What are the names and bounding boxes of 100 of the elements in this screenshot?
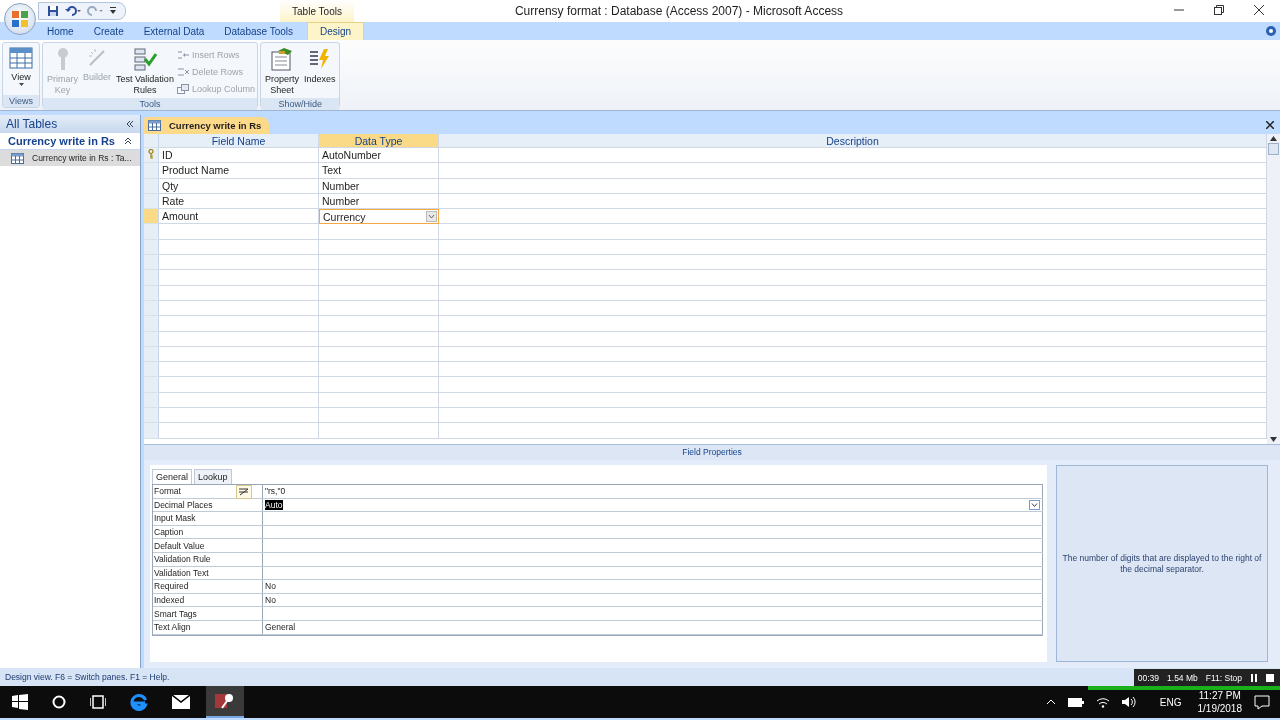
- table-cell[interactable]: Number: [319, 178, 439, 194]
- office-button[interactable]: [4, 3, 36, 35]
- clock[interactable]: 11:27 PM 1/19/2018: [1197, 689, 1242, 715]
- table-cell[interactable]: [439, 316, 1267, 332]
- builder-icon[interactable]: [236, 485, 252, 499]
- table-cell[interactable]: [159, 270, 319, 286]
- chevron-icon[interactable]: [1045, 699, 1056, 705]
- table-cell[interactable]: [319, 224, 439, 240]
- table-cell[interactable]: [319, 331, 439, 347]
- document-tab[interactable]: Currency write in Rs: [144, 117, 270, 134]
- ribbon-button[interactable]: Property Sheet: [262, 45, 301, 98]
- table-cell[interactable]: [439, 224, 1267, 240]
- taskbar-app-button[interactable]: [206, 686, 244, 718]
- row-selector[interactable]: [144, 316, 159, 332]
- table-cell[interactable]: [159, 423, 319, 439]
- table-cell[interactable]: Text: [319, 163, 439, 179]
- ribbon-button[interactable]: Indexes: [301, 45, 338, 98]
- row-selector[interactable]: [144, 163, 159, 179]
- ribbon-button[interactable]: View: [5, 45, 37, 95]
- battery-icon[interactable]: [1067, 697, 1084, 707]
- table-cell[interactable]: [159, 331, 319, 347]
- table-cell[interactable]: [319, 392, 439, 409]
- ribbon-tab[interactable]: Create: [83, 22, 134, 40]
- table-cell[interactable]: Qty: [159, 178, 319, 194]
- close-icon[interactable]: [1266, 121, 1274, 129]
- property-tab[interactable]: General: [152, 469, 193, 484]
- table-cell[interactable]: Product Name: [159, 163, 319, 179]
- table-cell[interactable]: [159, 255, 319, 271]
- table-cell[interactable]: [319, 346, 439, 363]
- row-selector[interactable]: [144, 423, 159, 439]
- mail-icon[interactable]: [172, 695, 190, 709]
- table-cell[interactable]: [439, 331, 1267, 347]
- table-cell[interactable]: [159, 346, 319, 363]
- collapse-icon[interactable]: [126, 120, 134, 128]
- table-cell[interactable]: [159, 285, 319, 301]
- table-cell[interactable]: [439, 255, 1267, 271]
- property-value[interactable]: No: [263, 593, 1043, 607]
- scrollbar[interactable]: [1267, 134, 1280, 444]
- table-cell[interactable]: [439, 377, 1267, 393]
- close-icon[interactable]: [1254, 5, 1264, 15]
- row-selector[interactable]: [144, 224, 159, 240]
- row-selector[interactable]: [144, 148, 159, 164]
- table-cell[interactable]: [319, 316, 439, 332]
- table-cell[interactable]: [439, 148, 1267, 164]
- row-selector[interactable]: [144, 408, 159, 424]
- table-cell[interactable]: [159, 224, 319, 240]
- start-icon[interactable]: [12, 694, 28, 710]
- table-cell[interactable]: [159, 300, 319, 317]
- table-cell[interactable]: [439, 423, 1267, 439]
- ribbon-tab[interactable]: Database Tools: [214, 22, 304, 40]
- speaker-icon[interactable]: [1121, 696, 1136, 708]
- row-selector[interactable]: [144, 255, 159, 271]
- redo-icon[interactable]: [87, 5, 103, 17]
- table-cell[interactable]: ID: [159, 148, 319, 164]
- table-cell[interactable]: [319, 285, 439, 301]
- ribbon-button[interactable]: Test Validation Rules: [114, 45, 176, 98]
- row-selector[interactable]: [144, 209, 159, 225]
- task-view-icon[interactable]: [90, 695, 106, 709]
- table-cell[interactable]: [159, 362, 319, 378]
- undo-icon[interactable]: [65, 5, 81, 17]
- row-selector[interactable]: [144, 270, 159, 286]
- table-cell[interactable]: [439, 239, 1267, 256]
- ribbon-tab[interactable]: Home: [37, 22, 84, 40]
- table-cell[interactable]: [159, 392, 319, 409]
- ribbon-tab[interactable]: External Data: [133, 22, 215, 40]
- scroll-up-icon[interactable]: [1270, 136, 1277, 141]
- table-cell[interactable]: [439, 193, 1267, 210]
- row-selector[interactable]: [144, 377, 159, 393]
- scroll-down-icon[interactable]: [1270, 437, 1277, 442]
- help-icon[interactable]: [1266, 26, 1276, 36]
- table-cell[interactable]: [439, 209, 1267, 225]
- table-cell[interactable]: [319, 408, 439, 424]
- table-cell[interactable]: AutoNumber: [319, 148, 439, 164]
- table-cell[interactable]: [159, 316, 319, 332]
- table-cell[interactable]: Currency: [319, 209, 439, 225]
- table-cell[interactable]: [319, 423, 439, 439]
- table-cell[interactable]: [159, 377, 319, 393]
- table-cell[interactable]: [439, 392, 1267, 409]
- search-icon[interactable]: [52, 695, 66, 709]
- table-cell[interactable]: Amount: [159, 209, 319, 225]
- table-cell[interactable]: [439, 163, 1267, 179]
- table-cell[interactable]: [439, 178, 1267, 194]
- property-value[interactable]: Auto: [263, 498, 1043, 512]
- table-cell[interactable]: [439, 270, 1267, 286]
- scroll-thumb[interactable]: [1268, 143, 1279, 155]
- property-tab[interactable]: Lookup: [194, 469, 232, 484]
- pause-icon[interactable]: [1250, 673, 1258, 682]
- save-icon[interactable]: [47, 5, 59, 17]
- property-value[interactable]: No: [263, 580, 1043, 593]
- restore-icon[interactable]: [1214, 5, 1224, 15]
- table-cell[interactable]: [439, 362, 1267, 378]
- language-indicator[interactable]: ENG: [1159, 696, 1182, 708]
- table-cell[interactable]: Number: [319, 193, 439, 210]
- table-cell[interactable]: [319, 362, 439, 378]
- table-cell[interactable]: [319, 239, 439, 256]
- table-cell[interactable]: [439, 346, 1267, 363]
- table-cell[interactable]: [319, 377, 439, 393]
- row-selector[interactable]: [144, 362, 159, 378]
- dropdown-icon[interactable]: [426, 211, 437, 223]
- nav-pane-header[interactable]: All Tables: [0, 115, 140, 133]
